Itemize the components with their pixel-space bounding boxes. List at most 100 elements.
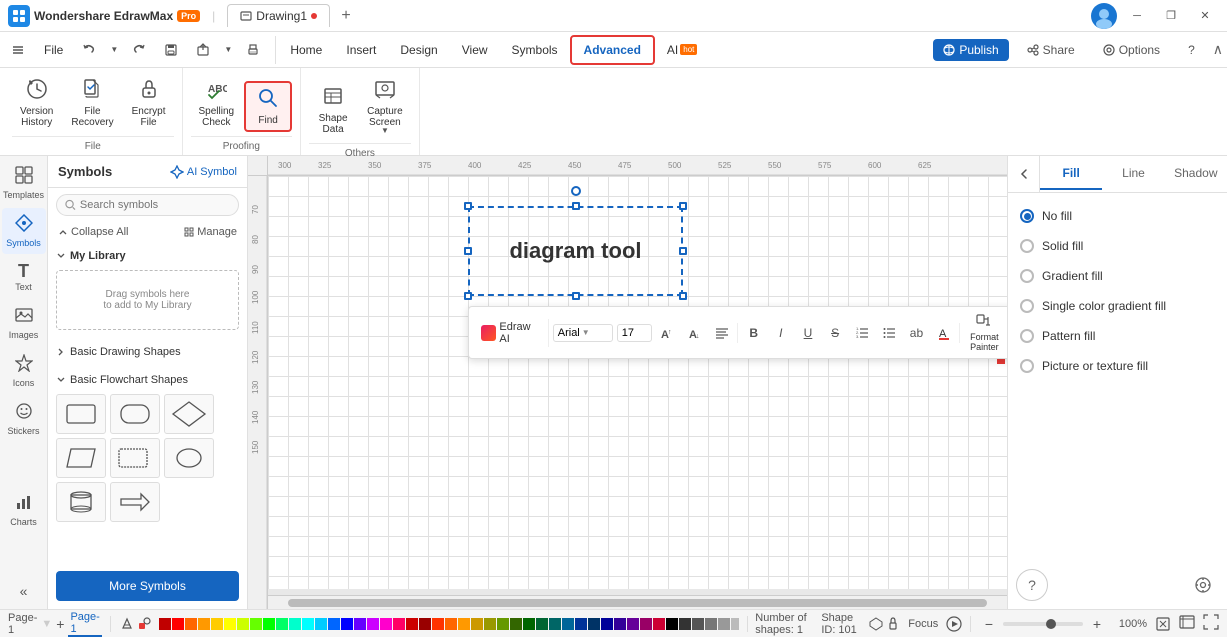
shape-thumb-rounded-rect[interactable] bbox=[110, 394, 160, 434]
menu-tab-advanced[interactable]: Advanced bbox=[570, 35, 655, 65]
undo-button[interactable] bbox=[75, 36, 103, 64]
minimize-button[interactable]: ─ bbox=[1123, 6, 1151, 26]
bold-button[interactable]: B bbox=[742, 321, 765, 345]
menu-tab-design[interactable]: Design bbox=[388, 37, 449, 63]
tab-fill[interactable]: Fill bbox=[1040, 158, 1102, 190]
font-select[interactable]: Arial ▼ bbox=[553, 324, 613, 342]
text-color-button[interactable]: A bbox=[932, 321, 955, 345]
color-swatch[interactable] bbox=[471, 618, 483, 630]
color-picker-icon[interactable] bbox=[119, 616, 135, 632]
basic-drawing-header[interactable]: Basic Drawing Shapes bbox=[56, 342, 239, 362]
avatar[interactable] bbox=[1091, 3, 1117, 29]
shape-thumb-parallelogram[interactable] bbox=[56, 438, 106, 478]
manage-button[interactable]: Manage bbox=[184, 226, 237, 238]
color-swatch[interactable] bbox=[354, 618, 366, 630]
play-button[interactable] bbox=[946, 616, 962, 632]
color-swatch[interactable] bbox=[588, 618, 600, 630]
export-button[interactable] bbox=[189, 36, 217, 64]
color-swatch[interactable] bbox=[666, 618, 678, 630]
page1-tab[interactable]: Page-1 bbox=[68, 611, 101, 637]
color-swatch[interactable] bbox=[705, 618, 717, 630]
color-swatch[interactable] bbox=[445, 618, 457, 630]
version-history-button[interactable]: VersionHistory bbox=[12, 74, 61, 132]
collapse-all-button[interactable]: Collapse All bbox=[58, 226, 128, 238]
fit-page-button[interactable] bbox=[1155, 614, 1171, 634]
rotate-handle[interactable] bbox=[571, 186, 581, 196]
font-size-decrease[interactable]: A↓ bbox=[683, 321, 706, 345]
color-swatch[interactable] bbox=[718, 618, 730, 630]
shape-thumb-arrow[interactable] bbox=[110, 482, 160, 522]
share-button[interactable]: Share bbox=[1017, 39, 1085, 61]
undo-dropdown[interactable]: ▼ bbox=[107, 36, 121, 64]
color-swatch[interactable] bbox=[315, 618, 327, 630]
spelling-check-button[interactable]: ABC SpellingCheck bbox=[191, 74, 243, 132]
restore-button[interactable]: ❐ bbox=[1157, 6, 1185, 26]
menu-tab-home[interactable]: Home bbox=[278, 37, 334, 63]
color-swatch[interactable] bbox=[341, 618, 353, 630]
handle-bottom-left[interactable] bbox=[464, 292, 472, 300]
ribbon-collapse-button[interactable]: ∧ bbox=[1213, 41, 1223, 58]
add-tab-button[interactable]: + bbox=[334, 4, 358, 28]
color-swatch[interactable] bbox=[159, 618, 171, 630]
handle-bottom-right[interactable] bbox=[679, 292, 687, 300]
save-button[interactable] bbox=[157, 36, 185, 64]
print-button[interactable] bbox=[239, 36, 267, 64]
shape-thumb-circle[interactable] bbox=[164, 438, 214, 478]
menu-tab-view[interactable]: View bbox=[450, 37, 500, 63]
handle-top-middle[interactable] bbox=[572, 202, 580, 210]
zoom-slider-thumb[interactable] bbox=[1046, 619, 1056, 629]
handle-top-left[interactable] bbox=[464, 202, 472, 210]
sidebar-item-images[interactable]: Images bbox=[2, 300, 46, 346]
color-swatch[interactable] bbox=[549, 618, 561, 630]
color-swatch[interactable] bbox=[484, 618, 496, 630]
color-swatch[interactable] bbox=[731, 618, 739, 630]
color-swatch[interactable] bbox=[627, 618, 639, 630]
shape-thumb-trapezoid[interactable] bbox=[110, 438, 160, 478]
color-swatch[interactable] bbox=[328, 618, 340, 630]
strikethrough-button[interactable]: S bbox=[824, 321, 847, 345]
italic-button[interactable]: I bbox=[769, 321, 792, 345]
color-swatch[interactable] bbox=[380, 618, 392, 630]
file-menu[interactable]: File bbox=[36, 39, 71, 61]
basic-flowchart-header[interactable]: Basic Flowchart Shapes bbox=[56, 370, 239, 390]
ordered-list-button[interactable]: 1.2.3. bbox=[851, 321, 874, 345]
format-painter-button[interactable]: FormatPainter bbox=[964, 311, 1005, 354]
text-align-button[interactable] bbox=[710, 321, 733, 345]
case-button[interactable]: ab bbox=[905, 321, 928, 345]
font-size-increase[interactable]: A↑ bbox=[656, 321, 679, 345]
handle-middle-right[interactable] bbox=[679, 247, 687, 255]
fill-option-picture[interactable]: Picture or texture fill bbox=[1020, 355, 1215, 377]
handle-top-right[interactable] bbox=[679, 202, 687, 210]
zoom-minus-button[interactable]: − bbox=[979, 614, 999, 634]
color-swatch[interactable] bbox=[497, 618, 509, 630]
sidebar-item-templates[interactable]: Templates bbox=[2, 160, 46, 206]
color-swatch[interactable] bbox=[276, 618, 288, 630]
color-swatch[interactable] bbox=[237, 618, 249, 630]
zoom-plus-button[interactable]: + bbox=[1087, 614, 1107, 634]
color-swatch[interactable] bbox=[523, 618, 535, 630]
edraw-ai-button[interactable]: Edraw AI bbox=[475, 319, 549, 347]
menu-tab-ai[interactable]: AI hot bbox=[655, 37, 709, 63]
fill-option-gradient[interactable]: Gradient fill bbox=[1020, 265, 1215, 287]
fill-option-solid[interactable]: Solid fill bbox=[1020, 235, 1215, 257]
color-swatch[interactable] bbox=[679, 618, 691, 630]
color-swatch[interactable] bbox=[432, 618, 444, 630]
fill-dropper-icon[interactable] bbox=[137, 617, 151, 631]
color-swatch[interactable] bbox=[367, 618, 379, 630]
handle-bottom-middle[interactable] bbox=[572, 292, 580, 300]
menu-tab-insert[interactable]: Insert bbox=[334, 37, 388, 63]
sidebar-item-text[interactable]: T Text bbox=[2, 256, 46, 298]
color-swatch[interactable] bbox=[653, 618, 665, 630]
color-palette-strip[interactable] bbox=[159, 618, 739, 630]
publish-button[interactable]: Publish bbox=[933, 39, 1008, 61]
options-button[interactable]: Options bbox=[1093, 39, 1170, 61]
zoom-slider[interactable] bbox=[1003, 622, 1083, 626]
color-swatch[interactable] bbox=[250, 618, 262, 630]
export-dropdown[interactable]: ▼ bbox=[221, 36, 235, 64]
add-page-button[interactable]: + bbox=[56, 616, 64, 632]
shape-thumb-diamond[interactable] bbox=[164, 394, 214, 434]
canvas-text-object[interactable]: diagram tool bbox=[468, 206, 683, 296]
color-swatch[interactable] bbox=[510, 618, 522, 630]
color-swatch[interactable] bbox=[458, 618, 470, 630]
my-library-header[interactable]: My Library bbox=[56, 246, 239, 266]
